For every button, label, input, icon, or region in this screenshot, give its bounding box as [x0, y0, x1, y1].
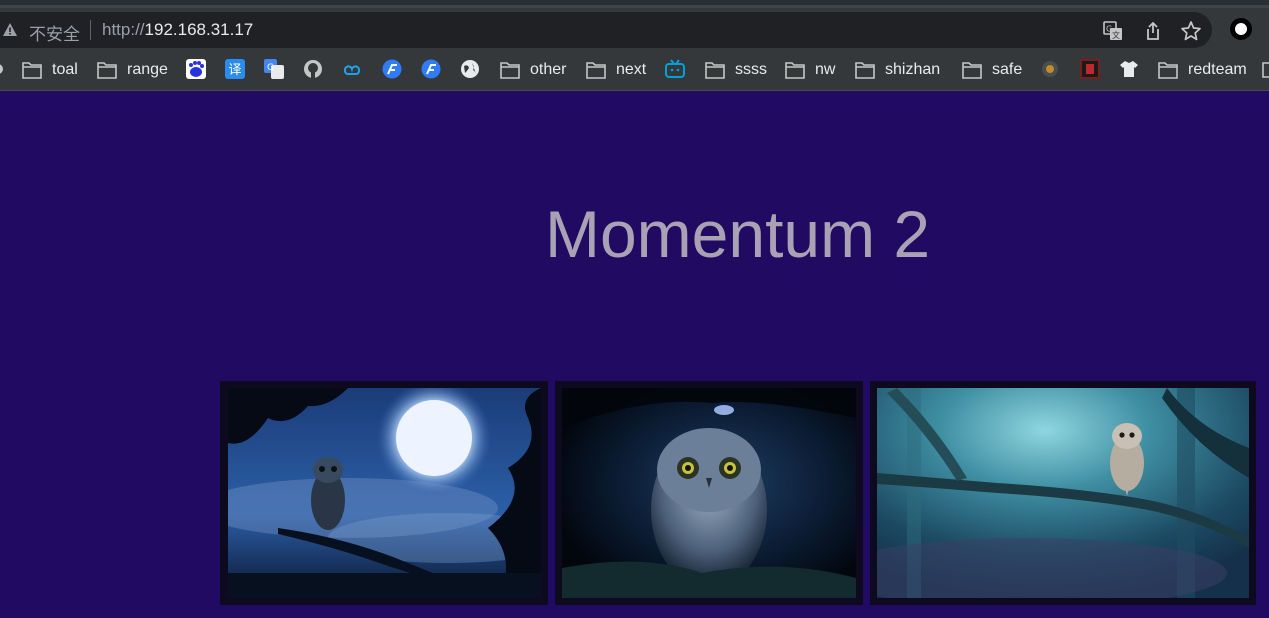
window-top-strip: [0, 0, 1269, 8]
owl-moon-image: [228, 388, 541, 598]
url-host: 192.168.31.17: [144, 20, 254, 39]
bookmark-folder-redteam[interactable]: redteam: [1158, 59, 1247, 81]
owl-branch-image: [877, 388, 1249, 598]
folder-icon: [1158, 62, 1178, 79]
svg-text:文: 文: [1112, 30, 1120, 40]
bookmark-label: ssss: [735, 61, 767, 78]
bookmark-folder-safe[interactable]: safe: [962, 59, 1022, 81]
share-icon[interactable]: [1142, 20, 1164, 42]
profile-avatar-icon[interactable]: [1230, 18, 1252, 40]
folder-icon: [705, 62, 725, 79]
folder-icon: [855, 62, 875, 79]
browser-toolbar: 不安全 http://192.168.31.17 G文: [0, 8, 1269, 51]
feather-app-icon-2[interactable]: [421, 59, 441, 79]
gallery-frame-2: [555, 381, 863, 605]
page-content: Momentum 2: [0, 91, 1269, 618]
bookmarks-bar: toal range 译 G other next ssss nw shizha…: [0, 51, 1269, 91]
baidu-icon[interactable]: [186, 59, 206, 79]
url-scheme: http://: [102, 20, 145, 39]
bookmark-label: nw: [815, 61, 836, 78]
warning-icon[interactable]: [2, 22, 18, 38]
hacker-site-icon[interactable]: [1040, 59, 1060, 79]
cloud-link-icon[interactable]: [342, 59, 362, 79]
folder-icon: [962, 62, 982, 79]
page-title: Momentum 2: [545, 197, 931, 271]
insecure-label[interactable]: 不安全: [29, 20, 80, 45]
bilibili-icon[interactable]: [665, 59, 685, 79]
bookmark-folder-range[interactable]: range: [97, 59, 168, 81]
folder-icon: [500, 62, 520, 79]
bookmark-label: safe: [992, 61, 1023, 78]
bookmark-folder-nw[interactable]: nw: [785, 59, 835, 81]
bookmark-folder-toal[interactable]: toal: [22, 59, 78, 81]
bookmark-folder-ssss[interactable]: ssss: [705, 59, 767, 81]
shirt-icon[interactable]: [1119, 59, 1139, 79]
bookmark-folder-next[interactable]: next: [586, 59, 646, 81]
bookmark-label: range: [127, 61, 168, 78]
folder-icon: [785, 62, 805, 79]
gallery-frame-1: [220, 381, 548, 605]
folder-icon: [586, 62, 606, 79]
globe-icon[interactable]: [460, 59, 480, 79]
folder-icon: [22, 62, 42, 79]
bookmark-label: other: [530, 61, 567, 78]
bookmark-label: next: [616, 61, 647, 78]
red-square-icon[interactable]: [1080, 59, 1100, 79]
google-translate-icon[interactable]: G: [264, 59, 284, 79]
folder-icon: [97, 62, 117, 79]
github-icon[interactable]: [303, 59, 323, 79]
translate-icon[interactable]: G文: [1102, 20, 1124, 42]
bookmark-folder-shizhan[interactable]: shizhan: [855, 59, 940, 81]
bookmark-label: redteam: [1188, 61, 1247, 78]
translate-service-icon[interactable]: 译: [225, 59, 245, 79]
url-text[interactable]: http://192.168.31.17: [102, 20, 253, 40]
gallery-frame-3: [870, 381, 1256, 605]
omnibox-separator: [90, 20, 91, 40]
feather-app-icon[interactable]: [382, 59, 402, 79]
translate-glyph: 译: [228, 63, 241, 78]
bookmark-label: shizhan: [885, 61, 941, 78]
owl-cave-image: [562, 388, 856, 598]
bookmark-label: toal: [52, 61, 78, 78]
folder-partial-icon[interactable]: [1262, 59, 1269, 79]
star-bookmark-icon[interactable]: [1180, 20, 1202, 42]
svg-text:G: G: [267, 63, 274, 73]
bookmark-partial-icon[interactable]: [0, 59, 8, 79]
bookmark-folder-other[interactable]: other: [500, 59, 566, 81]
